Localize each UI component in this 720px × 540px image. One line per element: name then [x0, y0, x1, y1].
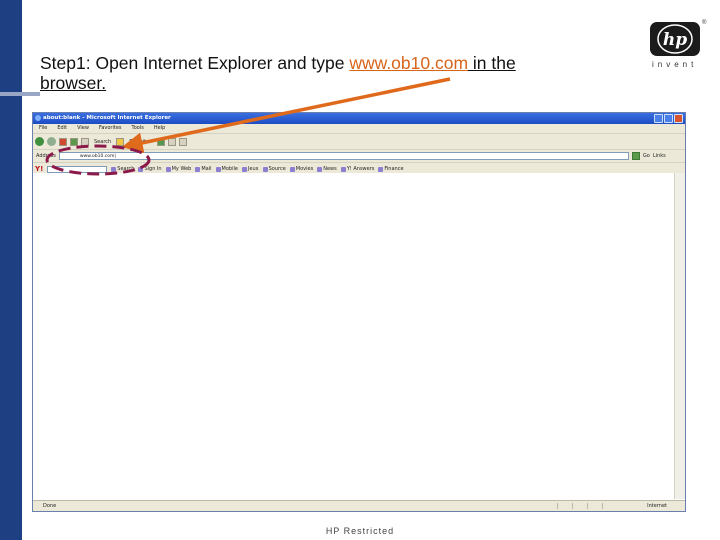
go-button[interactable]: Go [643, 153, 650, 159]
status-cells [557, 503, 615, 509]
yahoo-search-field[interactable] [47, 165, 108, 173]
minimize-button[interactable] [654, 114, 663, 123]
status-text: Done [43, 503, 57, 509]
ie-status-bar: Done Internet [33, 500, 685, 511]
games-icon [241, 166, 247, 172]
toolbar-item-mail[interactable]: Mail [195, 166, 212, 172]
news-icon [317, 166, 323, 172]
menu-edit[interactable]: Edit [57, 124, 67, 133]
menu-tools[interactable]: Tools [132, 124, 144, 133]
title-suffix: browser. [40, 73, 107, 93]
toolbar-item-movies[interactable]: Movies [289, 166, 313, 172]
mail-icon[interactable] [167, 137, 176, 146]
toolbar-item-my-web[interactable]: My Web [165, 166, 191, 172]
search-toolbar-button[interactable]: Search [92, 139, 113, 145]
search-icon [111, 166, 117, 172]
close-button[interactable] [674, 114, 683, 123]
hp-logo-text: hp [663, 30, 687, 50]
toolbar-item-news[interactable]: News [317, 166, 337, 172]
history-icon[interactable] [156, 137, 165, 146]
toolbar-item-finance[interactable]: Finance [378, 166, 404, 172]
toolbar-item-answers[interactable]: Y! Answers [340, 166, 374, 172]
menu-favorites[interactable]: Favorites [99, 124, 122, 133]
favorites-toolbar-button[interactable]: Favorites [127, 139, 154, 145]
sign-in-icon [138, 166, 144, 172]
toolbar-item-sign-in[interactable]: Sign In [138, 166, 162, 172]
status-zone: Internet [647, 503, 667, 509]
stop-icon[interactable] [59, 137, 67, 146]
ie-logo-icon [35, 115, 41, 121]
ie-title-bar[interactable]: about:blank - Microsoft Internet Explore… [33, 113, 685, 124]
refresh-icon[interactable] [70, 137, 78, 146]
hp-registered-mark: ® [702, 20, 707, 26]
mobile-icon [215, 166, 221, 172]
ie-toolbar: Search Favorites [33, 134, 685, 150]
title-middle: in the [468, 53, 516, 73]
print-icon[interactable] [178, 137, 187, 146]
ie-browser-window: about:blank - Microsoft Internet Explore… [32, 112, 686, 512]
movies-icon [289, 166, 295, 172]
hp-logo: hp [650, 22, 700, 56]
toolbar-item-jeux[interactable]: Jeux [241, 166, 259, 172]
title-prefix: Step1: Open Internet Explorer and type [40, 53, 350, 73]
address-label: Address [36, 153, 56, 159]
links-label[interactable]: Links [653, 153, 666, 159]
hp-tagline: invent [652, 60, 698, 69]
my-web-icon [165, 166, 171, 172]
address-input[interactable]: www.ob10.com| [58, 152, 629, 160]
favorites-icon[interactable] [116, 137, 125, 146]
page-content-area[interactable] [33, 173, 674, 499]
source-icon [262, 166, 268, 172]
footer-label: HP Restricted [325, 526, 395, 536]
ie-address-bar: Address www.ob10.com| Go Links [33, 150, 685, 163]
go-icon[interactable] [631, 152, 640, 160]
back-icon[interactable] [35, 137, 44, 146]
maximize-button[interactable] [664, 114, 673, 123]
ie-menu-bar: File Edit View Favorites Tools Help [33, 124, 685, 134]
toolbar-item-search[interactable]: Search [111, 166, 134, 172]
finance-icon [378, 166, 384, 172]
vertical-scrollbar[interactable] [674, 173, 685, 499]
menu-help[interactable]: Help [154, 124, 165, 133]
toolbar-item-mobile[interactable]: Mobile [215, 166, 238, 172]
answers-icon [340, 166, 346, 172]
title-divider [0, 92, 40, 96]
yahoo-logo-icon[interactable]: Y! [35, 165, 43, 173]
slide-side-bar [0, 0, 22, 540]
forward-icon[interactable] [47, 137, 56, 146]
menu-view[interactable]: View [77, 124, 89, 133]
mail-icon [195, 166, 201, 172]
title-url: www.ob10.com [349, 53, 469, 73]
slide-title: Step1: Open Internet Explorer and type w… [40, 53, 620, 93]
menu-file[interactable]: File [39, 124, 47, 133]
ie-window-title: about:blank - Microsoft Internet Explore… [43, 115, 171, 121]
home-icon[interactable] [81, 137, 89, 146]
toolbar-item-source[interactable]: Source [262, 166, 286, 172]
